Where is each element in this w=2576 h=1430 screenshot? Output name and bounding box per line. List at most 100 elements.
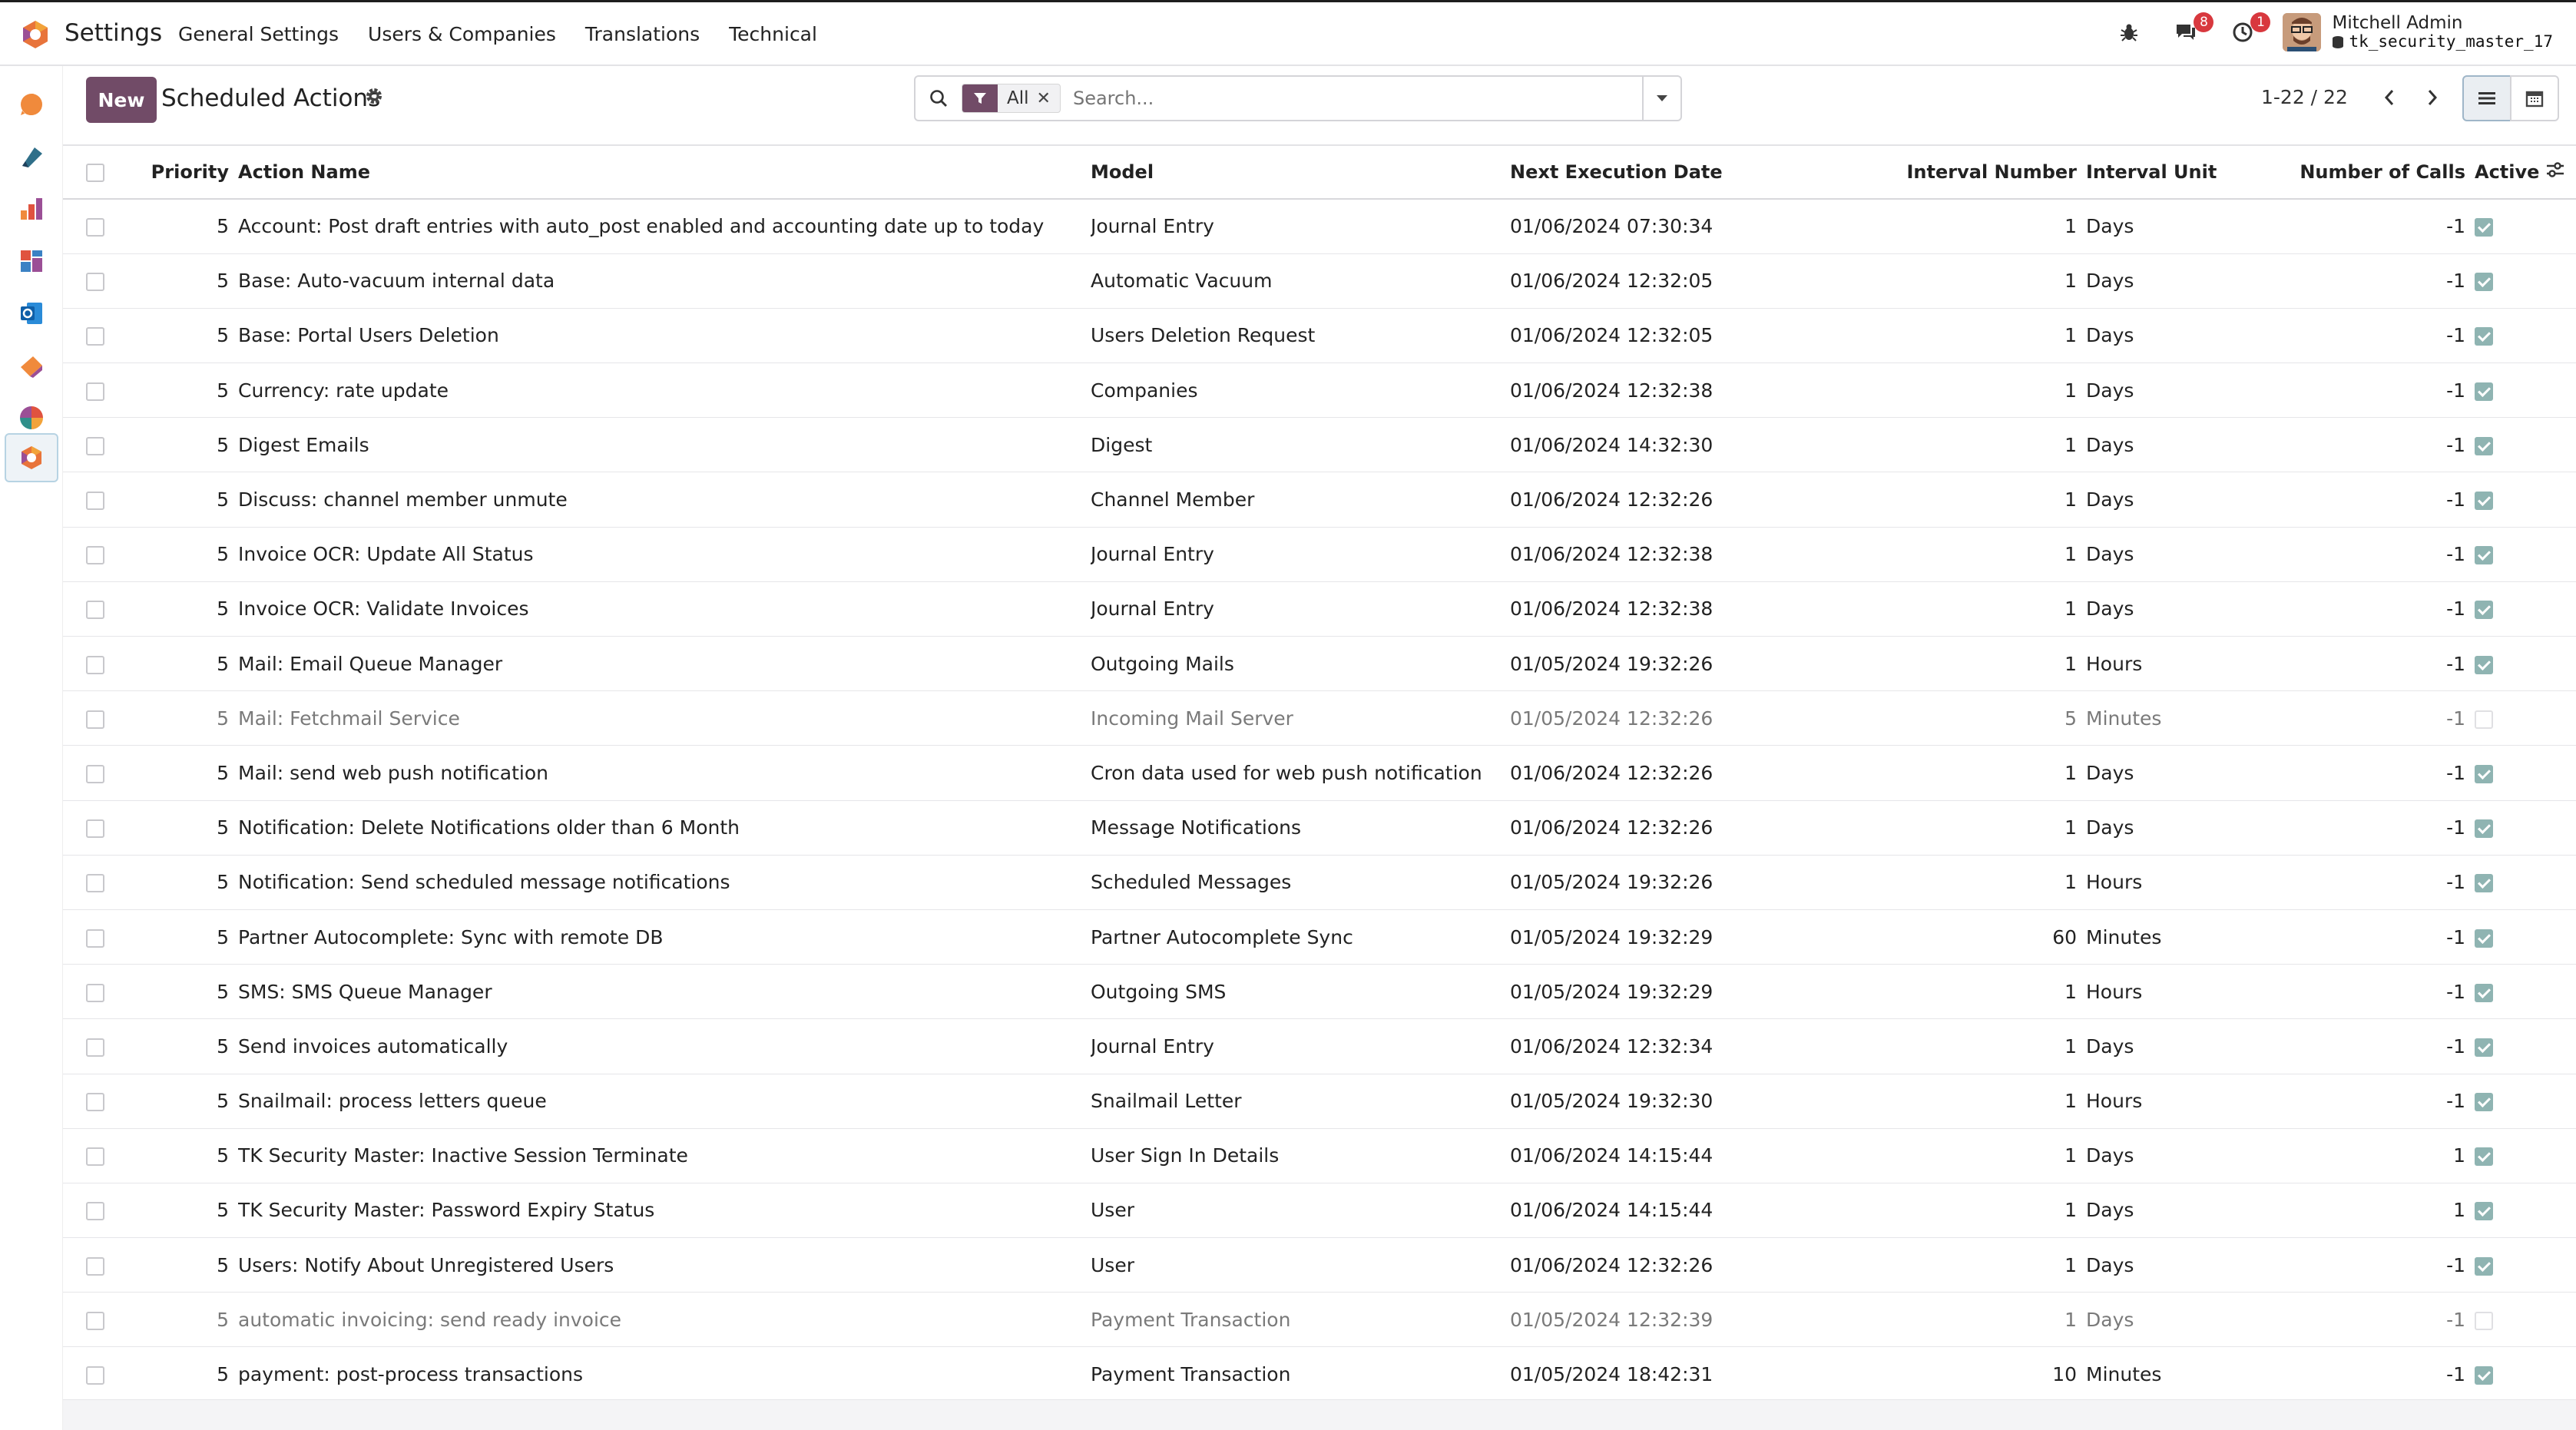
- cell-interval-number[interactable]: 1: [1771, 637, 2086, 691]
- cell-action-name[interactable]: SMS: SMS Queue Manager: [238, 965, 1091, 1019]
- outlook-app-icon[interactable]: [5, 289, 58, 338]
- cell-interval-unit[interactable]: Days: [2086, 746, 2293, 800]
- cell-next-execution-date[interactable]: 01/05/2024 12:32:39: [1510, 1293, 1771, 1347]
- table-row[interactable]: 5 Digest Emails Digest 01/06/2024 14:32:…: [63, 418, 2576, 472]
- active-checkbox[interactable]: [2475, 929, 2493, 948]
- cell-next-execution-date[interactable]: 01/05/2024 18:42:31: [1510, 1347, 1771, 1402]
- cell-interval-number[interactable]: 60: [1771, 909, 2086, 964]
- pager-value[interactable]: 1-22 / 22: [2261, 86, 2348, 108]
- table-row[interactable]: 5 Mail: Fetchmail Service Incoming Mail …: [63, 691, 2576, 746]
- active-checkbox[interactable]: [2475, 1366, 2493, 1385]
- cell-priority[interactable]: 5: [124, 1128, 238, 1183]
- cell-model[interactable]: Cron data used for web push notification: [1091, 746, 1510, 800]
- cell-next-execution-date[interactable]: 01/05/2024 19:32:30: [1510, 1074, 1771, 1128]
- cell-action-name[interactable]: Base: Portal Users Deletion: [238, 308, 1091, 362]
- row-select-checkbox[interactable]: [86, 601, 104, 620]
- cell-number-of-calls[interactable]: -1: [2293, 581, 2475, 636]
- row-select-checkbox[interactable]: [86, 218, 104, 237]
- cell-number-of-calls[interactable]: -1: [2293, 1074, 2475, 1128]
- cell-interval-unit[interactable]: Days: [2086, 1238, 2293, 1293]
- cell-interval-unit[interactable]: Days: [2086, 199, 2293, 253]
- active-checkbox[interactable]: [2475, 273, 2493, 292]
- column-active[interactable]: Active: [2475, 161, 2539, 183]
- cell-model[interactable]: Scheduled Messages: [1091, 855, 1510, 909]
- menu-technical[interactable]: Technical: [729, 23, 817, 45]
- table-row[interactable]: 5 Partner Autocomplete: Sync with remote…: [63, 909, 2576, 965]
- reporting-app-icon[interactable]: [5, 184, 58, 233]
- cell-interval-unit[interactable]: Hours: [2086, 1074, 2293, 1128]
- column-action-name[interactable]: Action Name: [238, 145, 1091, 199]
- cell-priority[interactable]: 5: [124, 1183, 238, 1237]
- cell-model[interactable]: Automatic Vacuum: [1091, 253, 1510, 308]
- cell-interval-unit[interactable]: Days: [2086, 1019, 2293, 1074]
- active-checkbox[interactable]: [2475, 764, 2493, 783]
- cell-next-execution-date[interactable]: 01/06/2024 12:32:38: [1510, 363, 1771, 418]
- cell-action-name[interactable]: Notification: Delete Notifications older…: [238, 800, 1091, 855]
- cell-interval-number[interactable]: 1: [1771, 1074, 2086, 1128]
- table-row[interactable]: 5 Mail: send web push notification Cron …: [63, 746, 2576, 801]
- cell-model[interactable]: User Sign In Details: [1091, 1128, 1510, 1183]
- cell-model[interactable]: Partner Autocomplete Sync: [1091, 909, 1510, 964]
- cell-priority[interactable]: 5: [124, 308, 238, 362]
- cell-model[interactable]: User: [1091, 1238, 1510, 1293]
- search-options-toggle[interactable]: [1642, 77, 1680, 120]
- cell-next-execution-date[interactable]: 01/06/2024 14:32:30: [1510, 418, 1771, 472]
- cell-interval-unit[interactable]: Days: [2086, 418, 2293, 472]
- table-row[interactable]: 5 Notification: Delete Notifications old…: [63, 800, 2576, 856]
- cell-number-of-calls[interactable]: -1: [2293, 418, 2475, 472]
- active-checkbox[interactable]: [2475, 1311, 2493, 1330]
- cell-next-execution-date[interactable]: 01/06/2024 12:32:26: [1510, 472, 1771, 527]
- cell-next-execution-date[interactable]: 01/06/2024 14:15:44: [1510, 1128, 1771, 1183]
- cell-number-of-calls[interactable]: -1: [2293, 965, 2475, 1019]
- active-checkbox[interactable]: [2475, 1038, 2493, 1057]
- cell-interval-number[interactable]: 1: [1771, 1293, 2086, 1347]
- table-row[interactable]: 5 Currency: rate update Companies 01/06/…: [63, 363, 2576, 418]
- table-row[interactable]: 5 Send invoices automatically Journal En…: [63, 1019, 2576, 1074]
- cell-interval-unit[interactable]: Days: [2086, 800, 2293, 855]
- cell-action-name[interactable]: Currency: rate update: [238, 363, 1091, 418]
- active-checkbox[interactable]: [2475, 601, 2493, 620]
- cell-next-execution-date[interactable]: 01/06/2024 12:32:26: [1510, 1238, 1771, 1293]
- cell-interval-unit[interactable]: Days: [2086, 1128, 2293, 1183]
- dashboards-app-icon[interactable]: [5, 237, 58, 286]
- cell-number-of-calls[interactable]: -1: [2293, 472, 2475, 527]
- cell-number-of-calls[interactable]: -1: [2293, 855, 2475, 909]
- cell-model[interactable]: Channel Member: [1091, 472, 1510, 527]
- table-row[interactable]: 5 Base: Auto-vacuum internal data Automa…: [63, 253, 2576, 309]
- cell-interval-number[interactable]: 1: [1771, 363, 2086, 418]
- search-icon[interactable]: [916, 88, 962, 108]
- cell-priority[interactable]: 5: [124, 637, 238, 691]
- cell-next-execution-date[interactable]: 01/06/2024 12:32:05: [1510, 308, 1771, 362]
- cell-number-of-calls[interactable]: -1: [2293, 308, 2475, 362]
- cell-priority[interactable]: 5: [124, 855, 238, 909]
- cell-interval-unit[interactable]: Hours: [2086, 965, 2293, 1019]
- cell-interval-unit[interactable]: Days: [2086, 1183, 2293, 1237]
- cell-priority[interactable]: 5: [124, 199, 238, 253]
- cell-action-name[interactable]: Notification: Send scheduled message not…: [238, 855, 1091, 909]
- cell-model[interactable]: Outgoing SMS: [1091, 965, 1510, 1019]
- cell-priority[interactable]: 5: [124, 418, 238, 472]
- messages-icon[interactable]: 8: [2170, 12, 2214, 48]
- cell-action-name[interactable]: Snailmail: process letters queue: [238, 1074, 1091, 1128]
- active-checkbox[interactable]: [2475, 983, 2493, 1002]
- cell-next-execution-date[interactable]: 01/06/2024 12:32:34: [1510, 1019, 1771, 1074]
- cell-model[interactable]: Companies: [1091, 363, 1510, 418]
- row-select-checkbox[interactable]: [86, 1311, 104, 1330]
- odoo-logo-icon[interactable]: [20, 19, 51, 50]
- cell-model[interactable]: Outgoing Mails: [1091, 637, 1510, 691]
- activities-clock-icon[interactable]: 1: [2227, 12, 2271, 48]
- cell-action-name[interactable]: Mail: Email Queue Manager: [238, 637, 1091, 691]
- active-checkbox[interactable]: [2475, 655, 2493, 674]
- row-select-checkbox[interactable]: [86, 546, 104, 565]
- row-select-checkbox[interactable]: [86, 1038, 104, 1057]
- user-menu[interactable]: Mitchell Admin tk_security_master_17: [2283, 13, 2553, 51]
- column-next-execution-date[interactable]: Next Execution Date: [1510, 145, 1771, 199]
- cell-priority[interactable]: 5: [124, 800, 238, 855]
- pager-previous-button[interactable]: [2370, 78, 2409, 117]
- active-checkbox[interactable]: [2475, 1202, 2493, 1221]
- cell-priority[interactable]: 5: [124, 1347, 238, 1402]
- row-select-checkbox[interactable]: [86, 710, 104, 729]
- cell-action-name[interactable]: Send invoices automatically: [238, 1019, 1091, 1074]
- cell-interval-number[interactable]: 1: [1771, 199, 2086, 253]
- active-checkbox[interactable]: [2475, 819, 2493, 839]
